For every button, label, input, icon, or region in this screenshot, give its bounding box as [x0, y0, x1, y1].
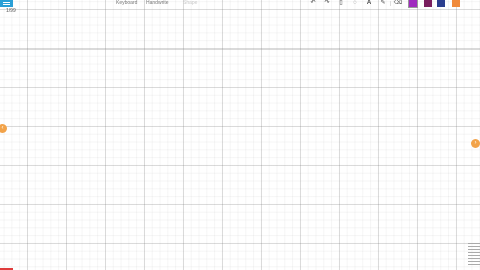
mode-shape[interactable]: Shape: [183, 0, 197, 7]
right-page-handle-icon[interactable]: ›: [471, 139, 480, 148]
scroll-grip[interactable]: [468, 243, 480, 270]
eraser-icon[interactable]: ⌫: [393, 0, 403, 7]
grid-canvas[interactable]: [0, 0, 480, 270]
top-toolbar: Keyboard Handwrite Shape ↶ ↷ ▯ ◌ A ✎ ⌫: [0, 0, 480, 9]
undo-icon[interactable]: ↶: [308, 0, 318, 7]
page-indicator: 1/99: [6, 8, 16, 14]
mode-keyboard[interactable]: Keyboard: [116, 0, 137, 7]
color-swatch-navy[interactable]: [437, 0, 445, 7]
text-icon[interactable]: A: [364, 0, 374, 7]
margin-line: [0, 49, 480, 50]
color-swatch-purple[interactable]: [408, 0, 418, 8]
redo-icon[interactable]: ↷: [322, 0, 332, 7]
color-swatch-orange[interactable]: [452, 0, 460, 7]
mode-handwrite[interactable]: Handwrite: [146, 0, 169, 7]
menu-icon[interactable]: [0, 0, 13, 7]
pen-icon[interactable]: ✎: [378, 0, 388, 7]
toolbar-divider: [390, 1, 391, 6]
clipboard-icon[interactable]: ▯: [336, 0, 346, 7]
lasso-icon[interactable]: ◌: [350, 0, 360, 7]
color-swatch-magenta[interactable]: [424, 0, 432, 7]
